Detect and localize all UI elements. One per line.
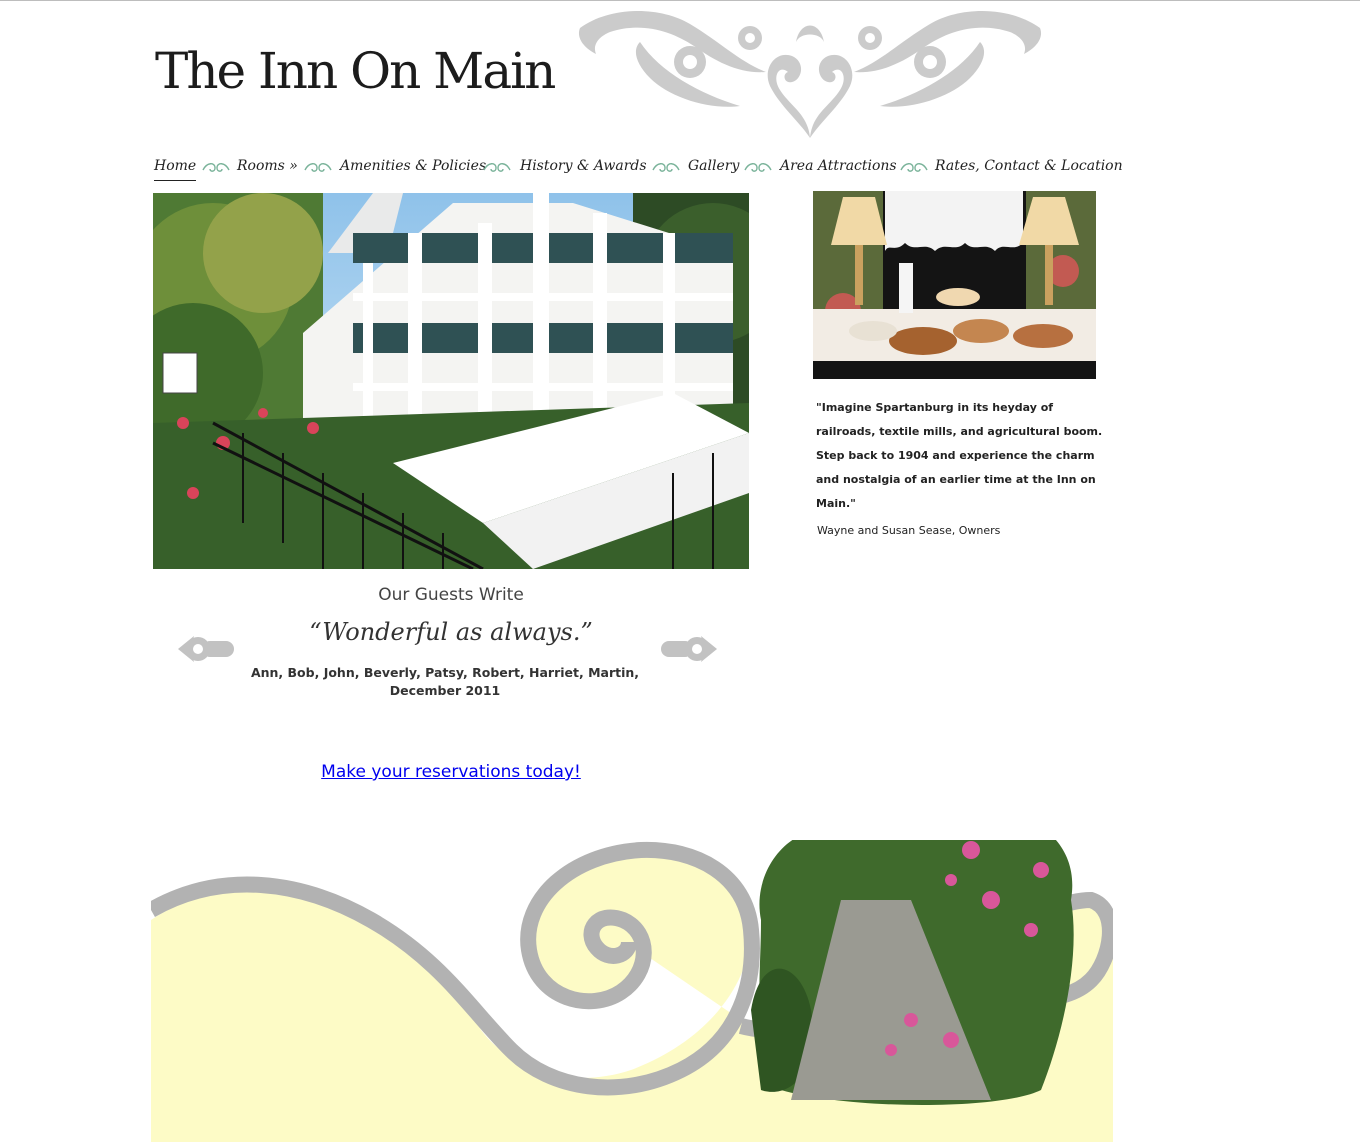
nav-item-history-awards[interactable]: History & Awards xyxy=(520,158,647,174)
next-testimonial-arrow-icon[interactable] xyxy=(659,630,719,668)
footer-swirl-garden-illustration xyxy=(151,840,1113,1142)
nav-item-rooms[interactable]: Rooms » xyxy=(237,158,298,174)
nav-divider-swirl-icon xyxy=(483,163,511,172)
header-flourish-ornament xyxy=(578,10,1042,138)
make-reservations-link[interactable]: Make your reservations today! xyxy=(153,762,749,782)
testimonial-authors: Ann, Bob, John, Beverly, Patsy, Robert, … xyxy=(250,665,640,698)
nav-divider-swirl-icon xyxy=(202,163,230,172)
top-border-line xyxy=(0,0,1360,1)
nav-divider-swirl-icon xyxy=(652,163,680,172)
nav-item-home[interactable]: Home xyxy=(154,158,197,181)
quote-attribution: Wayne and Susan Sease, Owners xyxy=(817,524,1001,537)
nav-item-gallery[interactable]: Gallery xyxy=(688,158,739,174)
site-logo[interactable]: The Inn On Main xyxy=(155,46,556,96)
inn-exterior-photo xyxy=(153,193,749,569)
guests-section-title: Our Guests Write xyxy=(378,585,524,605)
nav-divider-swirl-icon xyxy=(304,163,332,172)
nav-item-area-attractions[interactable]: Area Attractions xyxy=(780,158,897,174)
nav-divider-swirl-icon xyxy=(900,163,928,172)
nav-item-rates-contact-location[interactable]: Rates, Contact & Location xyxy=(935,158,1123,174)
owners-quote: "Imagine Spartanburg in its heyday of ra… xyxy=(816,401,1103,510)
nav-item-amenities-policies[interactable]: Amenities & Policies xyxy=(340,158,486,174)
breakfast-buffet-photo xyxy=(813,191,1096,379)
nav-divider-swirl-icon xyxy=(744,163,772,172)
